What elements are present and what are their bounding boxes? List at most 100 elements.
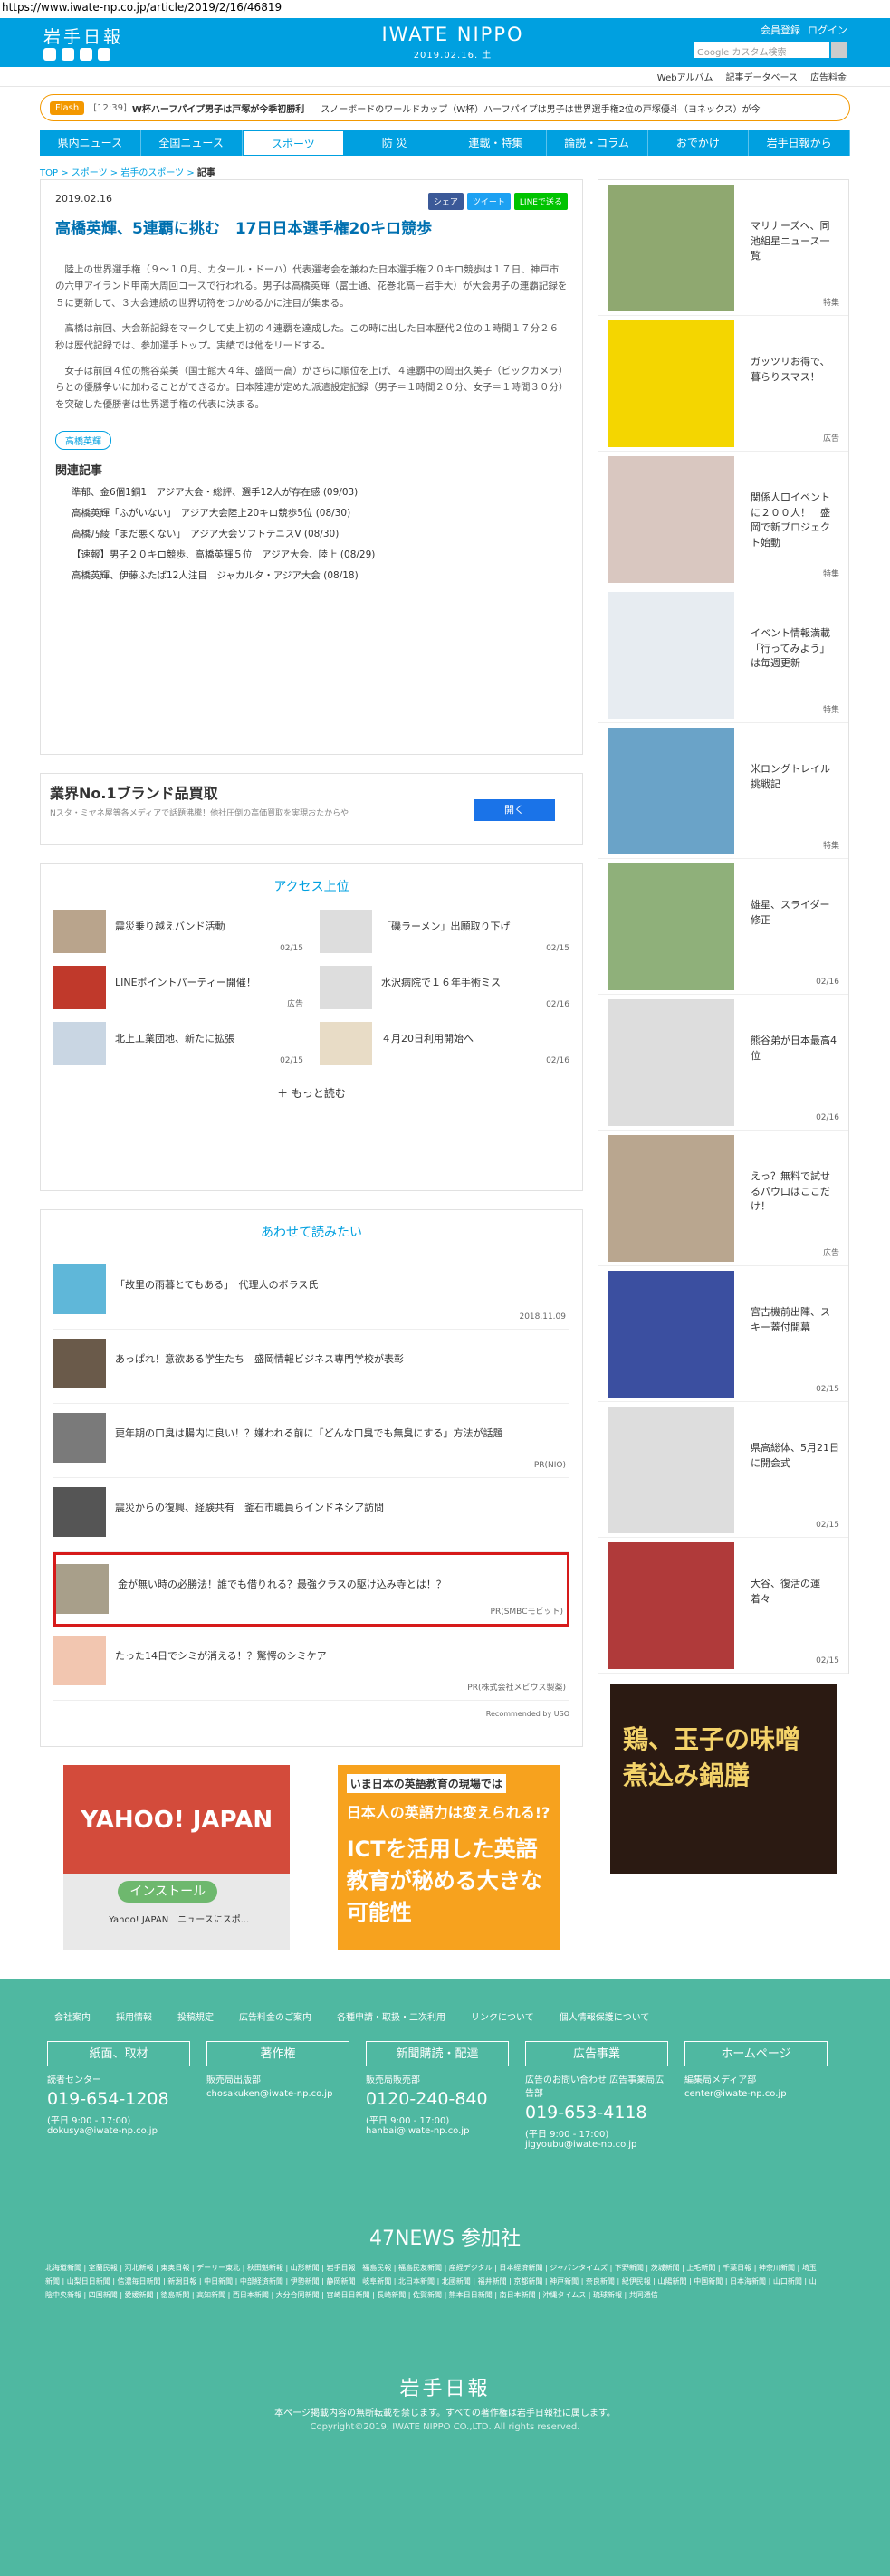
- search-input[interactable]: Google カスタム検索: [694, 42, 829, 58]
- side-list: マリナーズへ、同池組星ニュース一覧 特集 ガッツリお得で、暮らりスマス！ 広告 関係…: [598, 179, 849, 1674]
- breadcrumb-top[interactable]: TOP: [40, 168, 58, 178]
- ranking-item-date: 02/15: [280, 944, 303, 953]
- ranking-item[interactable]: ４月20日利用開始へ 02/16: [320, 1022, 569, 1065]
- nav-sports[interactable]: スポーツ: [242, 130, 345, 156]
- flash-title[interactable]: W杯ハーフパイプ男子は戸塚が今季初勝利: [132, 101, 304, 115]
- list-item[interactable]: 震災からの復興、経験共有 釜石市職員らインドネシア訪問: [53, 1478, 569, 1552]
- nabe-ad[interactable]: 鶏、玉子の味噌煮込み鍋膳: [610, 1684, 837, 1874]
- related-item[interactable]: 【速報】男子２０キロ競歩、高橋英輝５位 アジア大会、陸上 (08/29): [72, 548, 568, 561]
- line-icon[interactable]: [98, 48, 110, 61]
- footer-col-title[interactable]: 紙面、取材: [47, 2041, 190, 2066]
- ranking-item[interactable]: 震災乗り越えバンド活動 02/15: [53, 910, 303, 953]
- line-share-button[interactable]: LINEで送る: [513, 193, 568, 210]
- twitter-icon[interactable]: [43, 48, 56, 61]
- related-item[interactable]: 準郁、金6個1銅1 アジア大会・総評、選手12人が存在感 (09/03): [72, 485, 568, 499]
- footer-link[interactable]: 会社案内: [54, 2009, 91, 2023]
- side-item[interactable]: ガッツリお得で、暮らりスマス！ 広告: [598, 316, 848, 452]
- breadcrumb-sports[interactable]: スポーツ: [72, 168, 108, 178]
- subnav-adrates[interactable]: 広告料金: [810, 70, 847, 83]
- footer-col-title[interactable]: 広告事業: [525, 2041, 668, 2066]
- footer-email[interactable]: dokusya@iwate-np.co.jp: [47, 2126, 190, 2136]
- browser-url[interactable]: https://www.iwate-np.co.jp/article/2019/…: [0, 0, 890, 18]
- footer-link[interactable]: 個人情報保護について: [560, 2009, 650, 2023]
- global-nav: 県内ニュース 全国ニュース スポーツ 防 災 連載・特集 論説・コラム おでかけ…: [40, 130, 850, 156]
- ranking-item-date: 02/16: [546, 1000, 569, 1009]
- footer-link[interactable]: 広告料金のご案内: [239, 2009, 311, 2023]
- related-item[interactable]: 高橋英輝、伊藤ふたば12人注目 ジャカルタ・アジア大会 (08/18): [72, 568, 568, 582]
- side-item[interactable]: 関係人口イベントに２００人！ 盛岡で新プロジェクト始動 特集: [598, 452, 848, 587]
- nav-local[interactable]: 県内ニュース: [40, 130, 141, 156]
- list-item-highlighted[interactable]: 金が無い時の必勝法！誰でも借りれる？最強クラスの駆け込み寺とは！？ PR(SMBC…: [53, 1552, 569, 1627]
- side-item-meta: 特集: [822, 842, 839, 851]
- footer-col-title[interactable]: 新聞購読・配達: [366, 2041, 509, 2066]
- footer-link[interactable]: 各種申請・取扱・二次利用: [337, 2009, 445, 2023]
- footer-logo[interactable]: 岩手日報: [0, 2372, 890, 2401]
- side-item[interactable]: 米ロングトレイル挑戦記 特集: [598, 723, 848, 859]
- ranking-item[interactable]: 「磯ラーメン」出願取り下げ 02/15: [320, 910, 569, 953]
- side-item[interactable]: 宮古機前出陣、スキー蓋付開幕 02/15: [598, 1266, 848, 1402]
- side-item[interactable]: 県高総体、5月21日に開会式 02/15: [598, 1402, 848, 1538]
- list-item[interactable]: 更年期の口臭は腸内に良い！？嫌われる前に「どんな口臭でも無臭にする」方法が話題 P…: [53, 1404, 569, 1478]
- ranking-item-title: 震災乗り越えバンド活動: [115, 921, 225, 932]
- list-item[interactable]: 「故里の雨暮とてもある」 代理人のボラス氏 2018.11.09: [53, 1255, 569, 1330]
- list-item[interactable]: たった14日でシミが消える！？驚愕のシミケア PR(株式会社メビウス製薬): [53, 1627, 569, 1701]
- footer-hours: (平日 9:00 - 17:00): [525, 2130, 609, 2140]
- nav-national[interactable]: 全国ニュース: [141, 130, 243, 156]
- ranking-item-date: 02/15: [546, 944, 569, 953]
- facebook-share-button[interactable]: シェア: [427, 193, 464, 210]
- more-label: もっと読む: [291, 1087, 346, 1100]
- side-item[interactable]: 大谷、復活の運着々 02/15: [598, 1538, 848, 1674]
- install-button[interactable]: インストール: [118, 1881, 218, 1903]
- footer-link[interactable]: 投稿規定: [177, 2009, 214, 2023]
- footer-col-label: 編集局メディア部: [684, 2075, 757, 2085]
- ranking-item[interactable]: 北上工業団地、新たに拡張 02/15: [53, 1022, 303, 1065]
- more-button[interactable]: ＋ もっと読む: [53, 1085, 569, 1101]
- chieru-ad[interactable]: いま日本の英語教育の現場では 日本人の英語力は変えられる!? ICTを活用した英…: [337, 1765, 560, 1950]
- footer-email[interactable]: chosakuken@iwate-np.co.jp: [206, 2089, 349, 2099]
- breadcrumb-iwate-sports[interactable]: 岩手のスポーツ: [120, 168, 184, 178]
- search-icon[interactable]: [831, 42, 847, 58]
- side-item[interactable]: 雄星、スライダー修正 02/16: [598, 859, 848, 995]
- footer-email[interactable]: jigyoubu@iwate-np.co.jp: [525, 2140, 668, 2150]
- related-item[interactable]: 高橋英輝「ふがいない」 アジア大会陸上20キロ競歩5位 (08/30): [72, 506, 568, 520]
- footer-hours: (平日 9:00 - 17:00): [366, 2116, 450, 2126]
- brand-name[interactable]: IWATE NIPPO: [381, 24, 523, 45]
- flash-news[interactable]: Flash [12:39] W杯ハーフパイプ男子は戸塚が今季初勝利 スノーボード…: [40, 94, 850, 121]
- subnav-album[interactable]: Webアルバム: [657, 70, 713, 83]
- footer-col-title[interactable]: 著作権: [206, 2041, 349, 2066]
- site-logo[interactable]: 岩手日報: [43, 24, 123, 48]
- yahoo-app-ad[interactable]: YAHOO! JAPAN インストール Yahoo! JAPAN ニュースにスポ…: [63, 1765, 291, 1950]
- login-link[interactable]: ログイン: [808, 23, 847, 37]
- facebook-icon[interactable]: [62, 48, 74, 61]
- side-item[interactable]: えっ？無料で試せるパウ口はここだけ！ 広告: [598, 1131, 848, 1266]
- ranking-item[interactable]: 水沢病院で１６年手術ミス 02/16: [320, 966, 569, 1009]
- article-tag[interactable]: 高橋英輝: [55, 431, 111, 450]
- tweet-button[interactable]: ツイート: [466, 193, 511, 210]
- nav-disaster[interactable]: 防 災: [344, 130, 445, 156]
- side-item-meta: 02/15: [816, 1385, 839, 1394]
- ranking-item[interactable]: LINEポイントパーティー開催！ 広告: [53, 966, 303, 1009]
- footer-link[interactable]: 採用情報: [116, 2009, 152, 2023]
- related-item[interactable]: 高橋乃綾「まだ悪くない」 アジア大会ソフトテニスV (08/30): [72, 527, 568, 540]
- 47news-papers[interactable]: 北海道新聞 | 室蘭民報 | 河北新報 | 東奥日報 | デーリー東北 | 秋田…: [0, 2251, 890, 2302]
- side-item[interactable]: マリナーズへ、同池組星ニュース一覧 特集: [598, 180, 848, 316]
- brand-buyback-ad[interactable]: 業界No.1ブランド品買取 Nスタ・ミヤネ屋等各メディアで話題沸騰！他社圧倒の高…: [40, 773, 583, 845]
- list-item[interactable]: あっぱれ！意欲ある学生たち 盛岡情報ビジネス専門学校が表彰: [53, 1330, 569, 1404]
- footer-email[interactable]: hanbai@iwate-np.co.jp: [366, 2126, 509, 2136]
- powered-by[interactable]: Recommended by USO: [53, 1710, 569, 1718]
- footer-link[interactable]: リンクについて: [471, 2009, 534, 2023]
- member-register-link[interactable]: 会員登録: [761, 23, 800, 37]
- nav-outing[interactable]: おでかけ: [648, 130, 750, 156]
- nav-series[interactable]: 連載・特集: [445, 130, 547, 156]
- ad-open-button[interactable]: 開く: [474, 799, 555, 821]
- side-item[interactable]: イベント情報満載「行ってみよう」は毎週更新 特集: [598, 587, 848, 723]
- footer-col-title[interactable]: ホームページ: [684, 2041, 828, 2066]
- ranking-item-title: 北上工業団地、新たに拡張: [115, 1033, 234, 1045]
- side-item[interactable]: 熊谷弟が日本最高4位 02/16: [598, 995, 848, 1131]
- subnav-database[interactable]: 記事データベース: [726, 70, 799, 83]
- nav-column[interactable]: 論説・コラム: [547, 130, 648, 156]
- instagram-icon[interactable]: [80, 48, 92, 61]
- footer-notice: 本ページ掲載内容の無断転載を禁じます。すべての著作権は岩手日報社に属します。: [274, 2409, 616, 2419]
- nav-from-iwate[interactable]: 岩手日報から: [749, 130, 850, 156]
- footer-email[interactable]: center@iwate-np.co.jp: [684, 2089, 828, 2099]
